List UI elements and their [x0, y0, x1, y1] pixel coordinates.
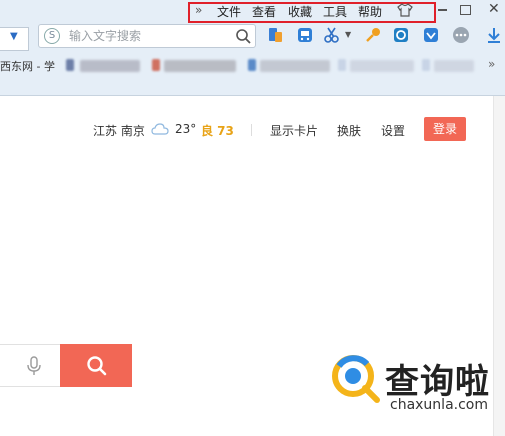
key-icon[interactable] [364, 26, 382, 44]
cloud-icon [151, 123, 169, 135]
menu-file[interactable]: 文件 [217, 3, 241, 20]
change-skin-link[interactable]: 换肤 [337, 122, 361, 139]
close-button[interactable]: ✕ [488, 1, 500, 17]
menu-help[interactable]: 帮助 [358, 3, 382, 20]
show-card-link[interactable]: 显示卡片 [270, 122, 318, 139]
bookmarks-more-chevron[interactable]: » [488, 57, 495, 71]
search-icon[interactable] [235, 28, 251, 44]
microphone-icon[interactable] [26, 355, 42, 377]
search-icon [87, 356, 107, 376]
divider [251, 124, 252, 136]
toolbar-search-box[interactable]: S [38, 24, 256, 48]
bookmark-item[interactable] [350, 60, 414, 72]
chevron-down-icon: ▼ [10, 31, 18, 42]
sogou-logo-icon: S [44, 28, 60, 44]
menu-tools[interactable]: 工具 [323, 3, 347, 20]
reader-icon[interactable] [392, 26, 410, 44]
bookmark-favicon [152, 59, 160, 71]
download-icon[interactable] [485, 26, 503, 44]
toolbar-search-input[interactable] [69, 28, 229, 44]
bookmark-favicon [66, 59, 74, 71]
air-quality-index: 良 73 [201, 124, 234, 138]
menu-view[interactable]: 查看 [252, 3, 276, 20]
vertical-scrollbar[interactable] [493, 96, 505, 436]
more-icon[interactable] [452, 26, 470, 44]
weather-temperature: 23° [175, 122, 197, 136]
translate-icon[interactable] [296, 26, 314, 44]
bookmark-item[interactable] [164, 60, 236, 72]
bookmark-favicon [248, 59, 256, 71]
bookmark-item[interactable] [434, 60, 474, 72]
maximize-button[interactable] [460, 5, 471, 15]
watermark-text: 查询啦 [385, 362, 490, 402]
menu-favorites[interactable]: 收藏 [288, 3, 312, 20]
bookmark-favicon [338, 59, 346, 71]
scissors-icon[interactable] [323, 26, 341, 44]
login-button[interactable]: 登录 [424, 117, 466, 141]
watermark-logo-icon [332, 355, 380, 403]
scissors-dropdown-icon[interactable]: ▼ [345, 30, 351, 39]
phone-sync-icon[interactable] [266, 26, 284, 44]
bookmark-item[interactable]: 西东网 - 学 [0, 58, 55, 74]
shield-icon[interactable] [422, 26, 440, 44]
minimize-button[interactable] [438, 9, 447, 11]
weather-location[interactable]: 江苏 南京 [93, 122, 145, 139]
bookmark-item[interactable] [80, 60, 140, 72]
watermark-url: chaxunla.com [390, 397, 488, 413]
address-dropdown[interactable]: ▼ [0, 27, 29, 51]
bookmark-favicon [422, 59, 430, 71]
shirt-icon[interactable] [397, 3, 413, 20]
settings-link[interactable]: 设置 [381, 122, 405, 139]
menu-expand-chevron[interactable]: » [195, 3, 202, 17]
bookmark-item[interactable] [260, 60, 330, 72]
main-search-button[interactable] [60, 344, 132, 387]
